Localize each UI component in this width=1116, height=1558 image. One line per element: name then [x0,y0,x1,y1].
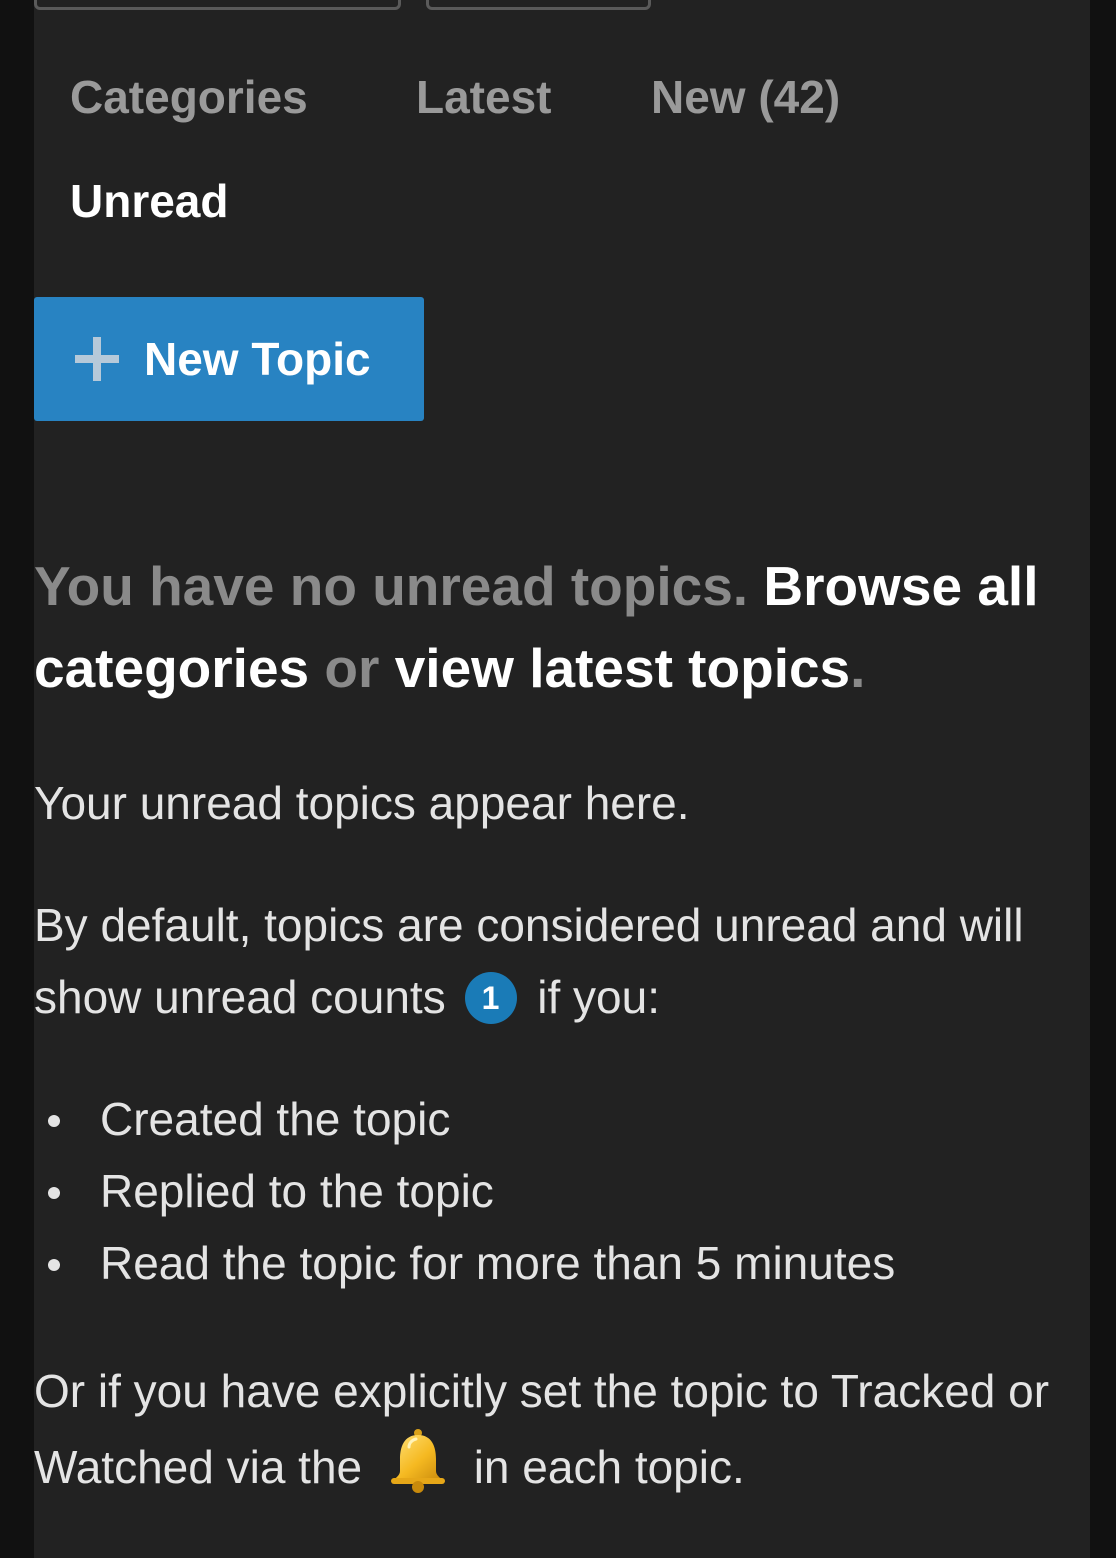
bullet-icon [48,1259,60,1271]
or-text: or [324,637,380,699]
new-topic-button[interactable]: New Topic [34,297,424,421]
lead-period: . [850,637,866,699]
tab-categories[interactable]: Categories [70,74,308,120]
top-filter-button-secondary[interactable] [426,0,651,10]
reason-text: Replied to the topic [100,1165,494,1217]
bell-icon [390,1429,445,1493]
new-topic-label: New Topic [144,333,371,385]
unread-reasons-list: Created the topic Replied to the topic R… [34,1083,1074,1299]
unread-count-badge: 1 [464,972,517,1024]
tracked-explanation: Or if you have explicitly set the topic … [34,1355,1074,1503]
tab-new[interactable]: New (42) [651,74,840,120]
empty-state: You have no unread topics. Browse all ca… [34,545,1074,1503]
tracked-text-suffix: in each topic. [473,1441,745,1493]
list-item: Created the topic [34,1083,1074,1155]
tab-latest[interactable]: Latest [416,74,551,120]
plus-icon [72,334,122,384]
bullet-icon [48,1187,60,1199]
default-explanation: By default, topics are considered unread… [34,889,1074,1033]
empty-state-lead: You have no unread topics. Browse all ca… [34,545,1074,709]
view-latest-link[interactable]: view latest topics [395,637,850,699]
unread-intro: Your unread topics appear here. [34,777,690,829]
reason-text: Read the topic for more than 5 minutes [100,1237,896,1289]
top-filter-button[interactable] [34,0,401,10]
default-text: By default, topics are considered unread… [34,899,1024,1023]
main-panel: Categories Latest New (42) Unread New To… [34,0,1090,1558]
default-text-suffix: if you: [537,971,661,1023]
bullet-icon [48,1115,60,1127]
list-item: Replied to the topic [34,1155,1074,1227]
tab-unread[interactable]: Unread [70,178,228,224]
reason-text: Created the topic [100,1093,451,1145]
list-item: Read the topic for more than 5 minutes [34,1227,1074,1299]
no-unread-text: You have no unread topics. [34,555,749,617]
